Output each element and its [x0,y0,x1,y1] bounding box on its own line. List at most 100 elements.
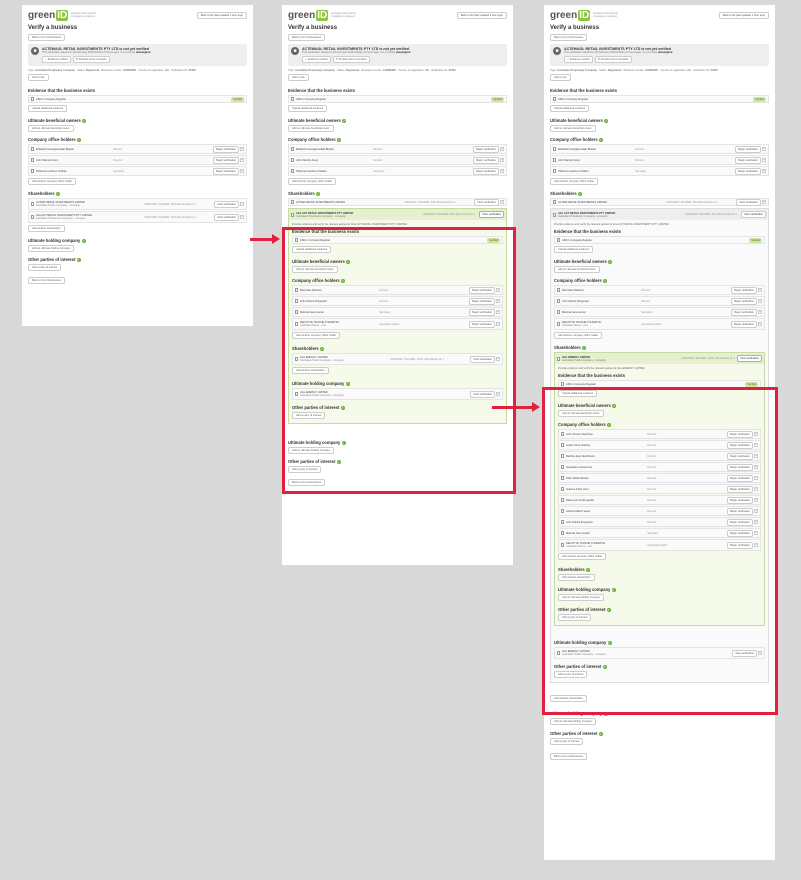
greenid-logo[interactable]: green ID BUSINESS VERIFICATION POWERED BY… [28,10,105,21]
add-note-button[interactable]: Add a note [28,74,49,81]
add-officer-button[interactable]: Add another company office holder [288,178,337,185]
chevron-down-icon[interactable]: ▾ [500,147,504,151]
begin-verification-button[interactable]: Begin verification [735,156,761,164]
greenid-logo[interactable]: green ID BUSINESS VERIFICATION POWERED BY… [550,10,627,21]
back-to-list-button-bottom[interactable]: Back to list of businesses [550,753,588,760]
highlight-box-2 [542,387,778,715]
chevron-down-icon[interactable]: ▾ [240,215,244,219]
tasks-status-button[interactable]: ☰ All tasks left to complete [594,56,632,63]
document-icon [553,97,556,101]
greenid-logo[interactable]: green ID BUSINESS VERIFICATION POWERED BY… [288,10,365,21]
begin-verification-button[interactable]: Begin verification [473,156,499,164]
chevron-down-icon[interactable]: ▾ [240,147,244,151]
view-verification-button[interactable]: View verification [737,355,762,362]
add-ubo-button[interactable]: Add an ultimate beneficial owner [28,125,74,132]
officer-row: Elizabeth Georgiamsdale Bhetter Director… [288,144,507,154]
page-title: Verify a business [550,25,600,31]
add-ubo-button[interactable]: Add an ultimate beneficial owner [554,266,600,273]
officer-row: Philemon Harrison Viridian Secretary Beg… [28,166,247,176]
add-party-button[interactable]: Add a party of interest [550,738,584,745]
upload-evidence-button[interactable]: Upload additional evidence [550,105,590,112]
chevron-down-icon[interactable]: ▾ [758,322,762,326]
back-to-list-button-bottom[interactable]: Back to list of businesses [28,277,66,284]
evidence-status-button[interactable]: ✓ Evidence verified [302,56,331,63]
person-icon [291,169,294,173]
person-icon [553,158,556,162]
shareholder-row: ACTEW RETAIL INVESTMENTS LIMITED Australi… [28,198,247,210]
chevron-down-icon[interactable]: ▾ [240,169,244,173]
back-to-list-button[interactable]: Back to list of businesses [28,34,66,41]
officer-row: Philemon Harrison Viridian Secretary Beg… [550,166,769,176]
banner-subtitle: This verification started on 20 February… [42,51,151,54]
check-icon: ✓ [604,118,608,123]
add-note-button[interactable]: Add a note [288,74,309,81]
begin-verification-button[interactable]: Begin verification [213,167,239,175]
section-others: Other parties of interest ✓ [28,257,81,262]
chevron-down-icon[interactable]: ▾ [240,202,244,206]
person-icon [31,158,34,162]
section-ubo: Ultimate beneficial owners ✓ [554,259,612,264]
chevron-down-icon[interactable]: ▾ [762,169,766,173]
expanded-shareholder-header[interactable]: AGL ACT RETAIL INVESTMENTS PTY LIMITED Au… [551,209,768,220]
view-verification-button[interactable]: View verification [214,200,239,208]
view-verification-button[interactable]: View verification [736,198,761,206]
evidence-row: ASIC's Company Register Verified [288,95,507,103]
expanded-inner-header[interactable]: AGL ENERGY LIMITED Australian Public Comp… [555,353,764,364]
back-to-list-link[interactable]: Back to list (last updated 1 hour ago) [456,12,507,19]
begin-verification-button[interactable]: Begin verification [731,297,757,305]
evidence-status-button[interactable]: ✓ Evidence verified [42,56,71,63]
check-icon: ✓ [76,137,81,142]
add-note-button[interactable]: Add a note [550,74,571,81]
begin-verification-button[interactable]: Begin verification [213,145,239,153]
back-to-list-link[interactable]: Back to list (last updated 1 hour ago) [718,12,769,19]
begin-verification-button[interactable]: Begin verification [473,145,499,153]
chevron-down-icon[interactable]: ▾ [758,288,762,292]
add-shareholder-button[interactable]: Add another shareholder [28,225,65,232]
begin-verification-button[interactable]: Begin verification [731,320,757,328]
view-verification-button[interactable]: View verification [474,198,499,206]
view-verification-button[interactable]: View verification [479,211,504,218]
section-ubo: Ultimate beneficial owners ✓ [288,118,346,123]
begin-verification-button[interactable]: Begin verification [213,156,239,164]
begin-verification-button[interactable]: Begin verification [731,308,757,316]
upload-evidence-button[interactable]: Upload additional evidence [28,105,68,112]
chevron-down-icon[interactable]: ▾ [500,200,504,204]
chevron-down-icon[interactable]: ▾ [500,169,504,173]
add-officer-button[interactable]: Add another company office holder [554,332,603,339]
officer-row: John Warmly Avery Director Begin verific… [288,155,507,165]
chevron-down-icon[interactable]: ▾ [500,158,504,162]
chevron-down-icon[interactable]: ▾ [762,158,766,162]
company-icon [553,212,556,217]
evidence-status-button[interactable]: ✓ Evidence verified [564,56,593,63]
add-holding-button[interactable]: Add an ultimate holding company [28,245,75,252]
back-to-list-button[interactable]: Back to list of businesses [550,34,588,41]
chevron-down-icon[interactable]: ▾ [240,158,244,162]
back-to-list-link[interactable]: Back to list (last updated 1 hour ago) [196,12,247,19]
add-ubo-button[interactable]: Add an ultimate beneficial owner [550,125,596,132]
verified-badge: Verified [231,96,244,102]
add-officer-button[interactable]: Add another company office holder [550,178,599,185]
add-ubo-button[interactable]: Add an ultimate beneficial owner [288,125,334,132]
upload-evidence-button[interactable]: Upload additional evidence [554,246,594,253]
expanded-shareholder-header[interactable]: AGL ACT RETAIL INVESTMENTS PTY LIMITED Au… [289,209,506,220]
view-verification-button[interactable]: View verification [214,213,239,221]
begin-verification-button[interactable]: Begin verification [731,286,757,294]
chevron-down-icon[interactable]: ▾ [762,200,766,204]
chevron-down-icon[interactable]: ▾ [762,147,766,151]
upload-evidence-button[interactable]: Upload additional evidence [288,105,328,112]
chevron-down-icon[interactable]: ▾ [758,310,762,314]
begin-verification-button[interactable]: Begin verification [735,167,761,175]
begin-verification-button[interactable]: Begin verification [735,145,761,153]
add-party-button[interactable]: Add a party of interest [28,264,62,271]
tasks-status-button[interactable]: ☰ All tasks left to complete [332,56,370,63]
check-icon: ✓ [598,731,603,736]
tasks-status-button[interactable]: ☰ All tasks left to complete [72,56,110,63]
back-to-list-button[interactable]: Back to list of businesses [288,34,326,41]
chevron-down-icon[interactable]: ▾ [758,299,762,303]
add-holding-button[interactable]: Add an ultimate holding company [550,718,597,725]
begin-verification-button[interactable]: Begin verification [473,167,499,175]
banner-subtitle: This verification started on 20 February… [564,51,673,54]
company-icon [291,212,294,217]
add-officer-button[interactable]: Add another company office holder [28,178,77,185]
view-verification-button[interactable]: View verification [741,211,766,218]
